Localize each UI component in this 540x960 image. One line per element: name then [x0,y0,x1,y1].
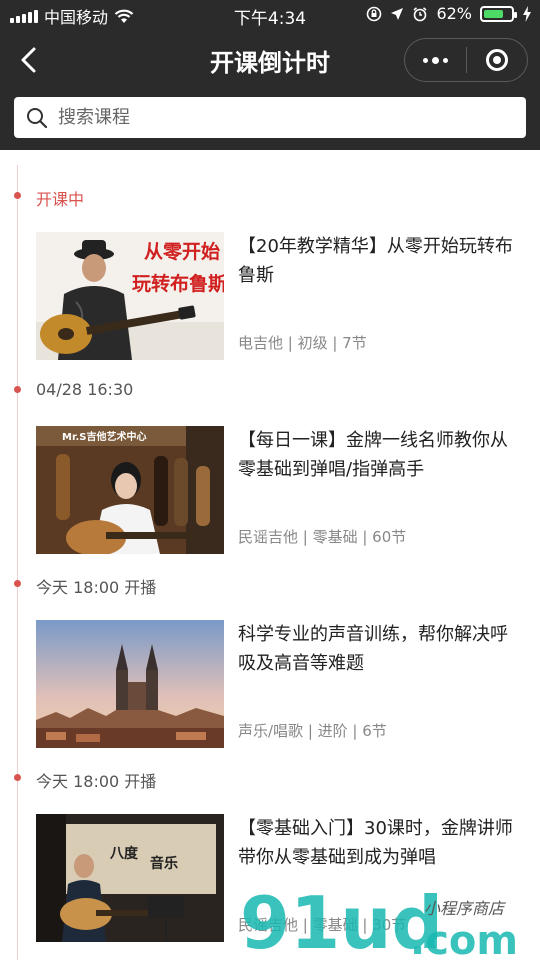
search-bar[interactable] [14,97,526,138]
course-title: 【零基础入门】30课时，金牌讲师带你从零基础到成为弹唱 [238,818,513,868]
thumbnail-caption: 音乐 [150,855,178,872]
battery-percent: 62% [436,4,472,23]
timeline-dot [14,386,21,393]
thumbnail-caption: 玩转布鲁斯 [132,272,224,295]
more-dots-icon [422,56,448,64]
course-card[interactable]: Mr.S吉他艺术中心 【每日一课】金牌一线名师教你从零基础到弹唱/指弹高手 民谣… [36,426,526,554]
timeline-dot [14,192,21,199]
course-meta: 声乐/唱歌 | 进阶 | 6节 [238,722,387,740]
course-card[interactable]: 八度 音乐 【零基础入门】30课时，金牌讲师带你从零基础到成为弹唱 民谣吉他 |… [36,814,526,942]
nav-bar: 开课倒计时 [0,30,540,90]
thumbnail-caption: 八度 [109,845,139,862]
course-thumbnail: Mr.S吉他艺术中心 [36,426,224,554]
header: 中国移动 下午4:34 62% 开课倒计时 搜索课程 [0,0,540,150]
thumbnail-caption: Mr.S吉他艺术中心 [62,430,146,443]
timeline-line [17,165,18,960]
course-card[interactable]: 科学专业的声音训练，帮你解决呼吸及高音等难题 声乐/唱歌 | 进阶 | 6节 [36,620,526,748]
search-input[interactable] [56,106,500,129]
course-title: 【每日一课】金牌一线名师教你从零基础到弹唱/指弹高手 [238,430,508,480]
course-title: 【20年教学精华】从零开始玩转布鲁斯 [238,236,513,286]
section-label: 今天 18:00 开播 [36,772,157,791]
section-label: 开课中 [36,190,85,209]
charging-icon [523,5,531,22]
course-meta: 电吉他 | 初级 | 7节 [238,334,367,352]
timeline-dot [14,774,21,781]
thumbnail-caption: 从零开始 [144,240,220,263]
target-icon [485,49,508,71]
miniprogram-capsule [404,38,528,82]
rotation-lock-icon [367,6,382,21]
course-title: 科学专业的声音训练，帮你解决呼吸及高音等难题 [238,624,508,674]
course-meta: 民谣吉他 | 零基础 | 30节 [238,916,407,934]
section-label: 今天 18:00 开播 [36,578,157,597]
course-thumbnail [36,620,224,748]
more-button[interactable] [405,56,466,64]
search-icon [27,107,48,128]
location-icon [391,7,404,20]
course-thumbnail: 从零开始 玩转布鲁斯 [36,232,224,360]
status-bar: 中国移动 下午4:34 62% [0,0,540,30]
course-meta: 民谣吉他 | 零基础 | 60节 [238,528,407,546]
course-card[interactable]: 从零开始 玩转布鲁斯 【20年教学精华】从零开始玩转布鲁斯 电吉他 | 初级 |… [36,232,526,360]
section-label: 04/28 16:30 [36,380,134,399]
battery-icon [480,5,517,22]
alarm-icon [413,6,427,21]
course-thumbnail: 八度 音乐 [36,814,224,942]
timeline-dot [14,580,21,587]
close-miniprogram-button[interactable] [467,49,528,71]
